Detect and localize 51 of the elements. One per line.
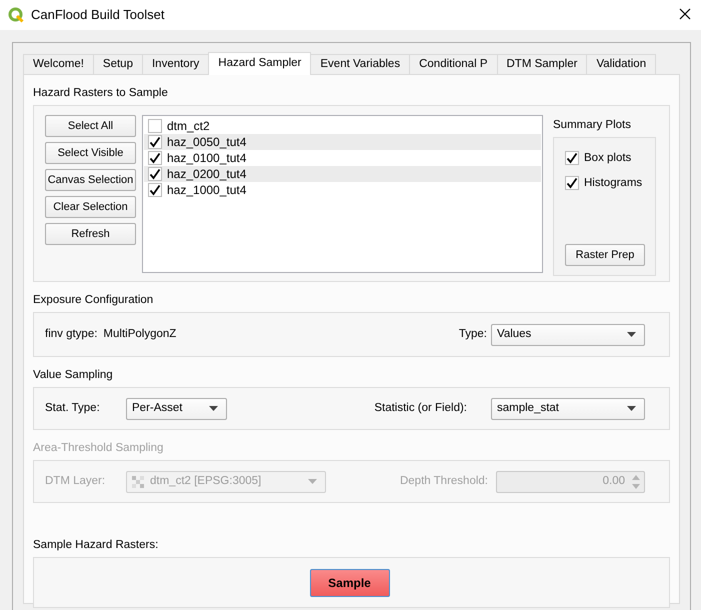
field-label: Type: [458, 326, 487, 342]
layer-name: haz_1000_tut4 [167, 182, 246, 199]
field-label: Depth Threshold: [400, 474, 488, 489]
app-logo-icon [8, 7, 24, 23]
raster-prep-button[interactable]: Raster Prep [565, 244, 645, 266]
list-button[interactable]: Refresh [45, 223, 136, 245]
list-button[interactable]: Select Visible [45, 142, 136, 164]
checkbox-label: Box plots [584, 150, 632, 166]
dropdown-arrow-icon [627, 406, 636, 411]
depth-threshold-field: 0.00 [496, 470, 645, 492]
list-button[interactable]: Clear Selection [45, 196, 136, 218]
group-label: Exposure Configuration [33, 293, 154, 308]
checkbox[interactable] [148, 183, 162, 197]
checkbox[interactable] [148, 135, 162, 149]
field-label: finv gtype: [45, 326, 98, 342]
checkbox[interactable] [148, 167, 162, 181]
group-label: Value Sampling [33, 368, 114, 383]
group-label: Area-Threshold Sampling [33, 441, 164, 456]
tab[interactable]: Validation [586, 54, 656, 74]
list-button[interactable]: Canvas Selection [45, 169, 136, 191]
field-label: DTM Layer: [45, 474, 106, 489]
raster-layer-icon [132, 476, 144, 488]
list-button[interactable]: Select All [45, 115, 136, 137]
stat-type-dropdown[interactable]: Per-Asset [126, 398, 227, 420]
sample-button[interactable]: Sample [310, 568, 390, 596]
dropdown-arrow-icon [209, 406, 218, 411]
spin-arrows-icon [631, 472, 641, 490]
layer-name: dtm_ct2 [167, 118, 210, 135]
group-label: Hazard Rasters to Sample [33, 86, 169, 101]
layer-list[interactable]: dtm_ct2 haz_0050_tut4 haz_0100_tut4 haz_0200_tut4 haz_1000_tut4 [142, 115, 543, 273]
field-label: Statistic (or Field): [374, 400, 467, 416]
checkbox[interactable] [148, 151, 162, 165]
statistic-dropdown[interactable]: sample_stat [491, 398, 645, 420]
window-title: CanFlood Build Toolset [31, 6, 164, 24]
checkbox[interactable] [565, 151, 579, 166]
dropdown-arrow-icon [308, 479, 317, 484]
group-label: Summary Plots [553, 118, 632, 133]
gtype-value: MultiPolygonZ [103, 326, 176, 342]
layer-name: haz_0100_tut4 [167, 150, 246, 167]
field-label: Stat. Type: [45, 400, 101, 416]
layer-name: haz_0050_tut4 [167, 134, 246, 151]
type-dropdown[interactable]: Values [491, 324, 645, 346]
checkbox[interactable] [148, 119, 162, 133]
dropdown-arrow-icon [627, 332, 636, 337]
checkbox-label: Histograms [584, 176, 642, 191]
group-label: Sample Hazard Rasters: [33, 538, 160, 553]
tab[interactable]: Welcome! [23, 54, 94, 74]
tab[interactable]: Hazard Sampler [208, 52, 312, 75]
layer-name: haz_0200_tut4 [167, 166, 246, 183]
checkbox[interactable] [565, 176, 579, 190]
close-icon[interactable] [679, 8, 691, 20]
